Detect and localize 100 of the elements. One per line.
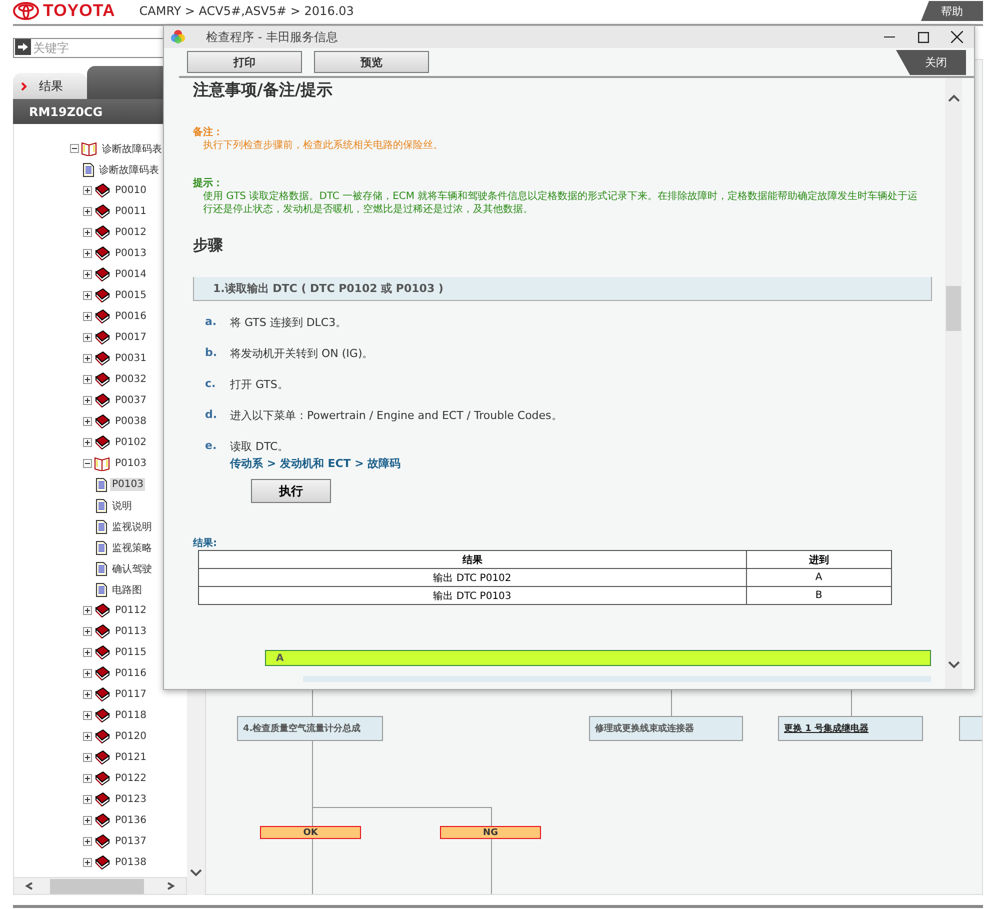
minimize-icon[interactable] — [884, 36, 894, 38]
tree-item[interactable]: P0113 — [113, 625, 148, 638]
tree-item[interactable]: P0017 — [113, 331, 148, 344]
expand-icon[interactable] — [83, 753, 92, 762]
tree-item[interactable]: P0121 — [113, 751, 148, 764]
expand-icon[interactable] — [83, 795, 92, 804]
tree-item[interactable]: P0010 — [113, 184, 148, 197]
expand-icon[interactable] — [83, 375, 92, 384]
section-heading: 步骤 — [193, 236, 224, 255]
horizontal-scrollbar[interactable] — [13, 877, 187, 895]
scroll-down-icon[interactable] — [948, 661, 960, 669]
expand-icon[interactable] — [83, 249, 92, 258]
tree-item[interactable]: P0103 — [113, 457, 148, 470]
expand-icon[interactable] — [83, 333, 92, 342]
expand-icon[interactable] — [83, 207, 92, 216]
expand-icon[interactable] — [83, 270, 92, 279]
tree-item[interactable]: P0013 — [113, 247, 148, 260]
tree-item[interactable]: P0122 — [113, 772, 148, 785]
document-icon — [96, 478, 107, 492]
expand-icon[interactable] — [83, 816, 92, 825]
expand-icon[interactable] — [83, 417, 92, 426]
expand-icon[interactable] — [83, 438, 92, 447]
tree-item[interactable]: P0031 — [113, 352, 148, 365]
expand-icon[interactable] — [83, 690, 92, 699]
tree-item[interactable]: 诊断故障码表 — [100, 140, 164, 156]
document-icon — [96, 562, 107, 576]
document-icon — [96, 582, 107, 596]
tree-item[interactable]: P0037 — [113, 394, 148, 407]
tree-item[interactable]: P0016 — [113, 310, 148, 323]
maximize-icon[interactable] — [918, 32, 928, 42]
scrollbar-thumb[interactable] — [946, 286, 961, 331]
tree-item[interactable]: P0102 — [113, 436, 148, 449]
table-cell: A — [746, 568, 892, 586]
tree-item[interactable]: P0136 — [113, 814, 148, 827]
expand-icon[interactable] — [83, 837, 92, 846]
tree-item[interactable]: 诊断故障码表 — [97, 162, 161, 178]
vertical-scrollbar[interactable] — [945, 78, 962, 689]
step-text: 读取 DTC。 — [230, 439, 290, 454]
expand-icon[interactable] — [83, 396, 92, 405]
expand-icon[interactable] — [83, 774, 92, 783]
document-icon — [96, 498, 107, 512]
note-label: 备注： — [193, 125, 224, 139]
tree-item[interactable]: P0115 — [113, 646, 148, 659]
expand-icon[interactable] — [83, 627, 92, 636]
tree-item[interactable]: 监视策略 — [110, 540, 154, 556]
expand-icon[interactable] — [83, 732, 92, 741]
table-cell: 输出 DTC P0102 — [198, 568, 746, 586]
tree-item[interactable]: P0014 — [113, 268, 148, 281]
scroll-up-icon[interactable] — [948, 94, 960, 102]
tree-item[interactable]: P0032 — [113, 373, 148, 386]
note-text: 执行下列检查步骤前，检查此系统相关电路的保险丝。 — [202, 139, 444, 152]
toolbar-button[interactable]: 打印 — [187, 51, 302, 73]
tree-item[interactable]: P0138 — [113, 856, 148, 869]
tree-item[interactable]: 确认驾驶 — [110, 560, 154, 576]
collapse-icon[interactable] — [70, 144, 79, 153]
tree-item[interactable]: P0012 — [113, 226, 148, 239]
tree-item[interactable]: P0117 — [113, 688, 148, 701]
tree-item[interactable]: P0116 — [113, 667, 148, 680]
expand-icon[interactable] — [83, 228, 92, 237]
tree-item[interactable]: P0103 — [110, 478, 146, 491]
tree-item[interactable]: 监视说明 — [110, 518, 154, 534]
toolbar-button[interactable]: 预览 — [314, 51, 429, 73]
tree-item[interactable]: P0038 — [113, 415, 148, 428]
expand-icon[interactable] — [83, 291, 92, 300]
tree-item[interactable]: P0123 — [113, 793, 148, 806]
scrollbar-thumb[interactable] — [50, 878, 144, 894]
help-tab[interactable]: 帮助 — [921, 1, 983, 21]
expand-icon[interactable] — [83, 606, 92, 615]
expand-icon[interactable] — [83, 669, 92, 678]
tree-item[interactable]: 说明 — [110, 498, 134, 514]
close-tab[interactable]: 关闭 — [896, 50, 966, 75]
tree-item[interactable]: P0120 — [113, 730, 148, 743]
close-icon[interactable] — [951, 31, 963, 43]
expand-icon[interactable] — [83, 648, 92, 657]
step-text: 将发动机开关转到 ON (IG)。 — [230, 346, 374, 361]
document-icon — [96, 540, 107, 554]
table-cell: 输出 DTC P0103 — [198, 586, 746, 604]
note-text: 使用 GTS 读取定格数据。DTC 一被存储，ECM 就将车辆和驾驶条件信息以定格数据的形式记录下来。在排除故障时，定格数据能帮助确定故障发生时车辆处于运行还是停止状态，发动机是否暖机，空燃比是过稀还是过浓，及其他数据。 — [202, 190, 919, 216]
step-text: 将 GTS 连接到 DLC3。 — [230, 315, 347, 330]
document-icon — [83, 162, 94, 176]
flow-link-box[interactable]: 更换 1 号集成继电器 — [778, 716, 923, 741]
collapse-icon[interactable] — [83, 459, 92, 468]
tree-item[interactable]: P0118 — [113, 709, 148, 722]
expand-icon[interactable] — [83, 711, 92, 720]
expand-icon[interactable] — [83, 354, 92, 363]
tree-item[interactable]: 电路图 — [110, 582, 144, 598]
tree-item[interactable]: P0112 — [113, 604, 148, 617]
breadcrumb: CAMRY > ACV5#,ASV5# > 2016.03 — [139, 4, 354, 18]
tree-item[interactable]: P0015 — [113, 289, 148, 302]
document-icon — [96, 520, 107, 534]
result-label: 结果: — [193, 536, 218, 550]
tab[interactable]: 结果 — [13, 73, 87, 99]
execute-button[interactable]: 执行 — [251, 479, 331, 503]
expand-icon[interactable] — [83, 186, 92, 195]
menu-path-link[interactable]: 传动系 > 发动机和 ECT > 故障码 — [230, 456, 401, 471]
tree-item[interactable]: P0137 — [113, 835, 148, 848]
expand-icon[interactable] — [83, 312, 92, 321]
scroll-down-icon[interactable] — [190, 869, 202, 877]
tree-item[interactable]: P0011 — [113, 205, 148, 218]
expand-icon[interactable] — [83, 858, 92, 867]
